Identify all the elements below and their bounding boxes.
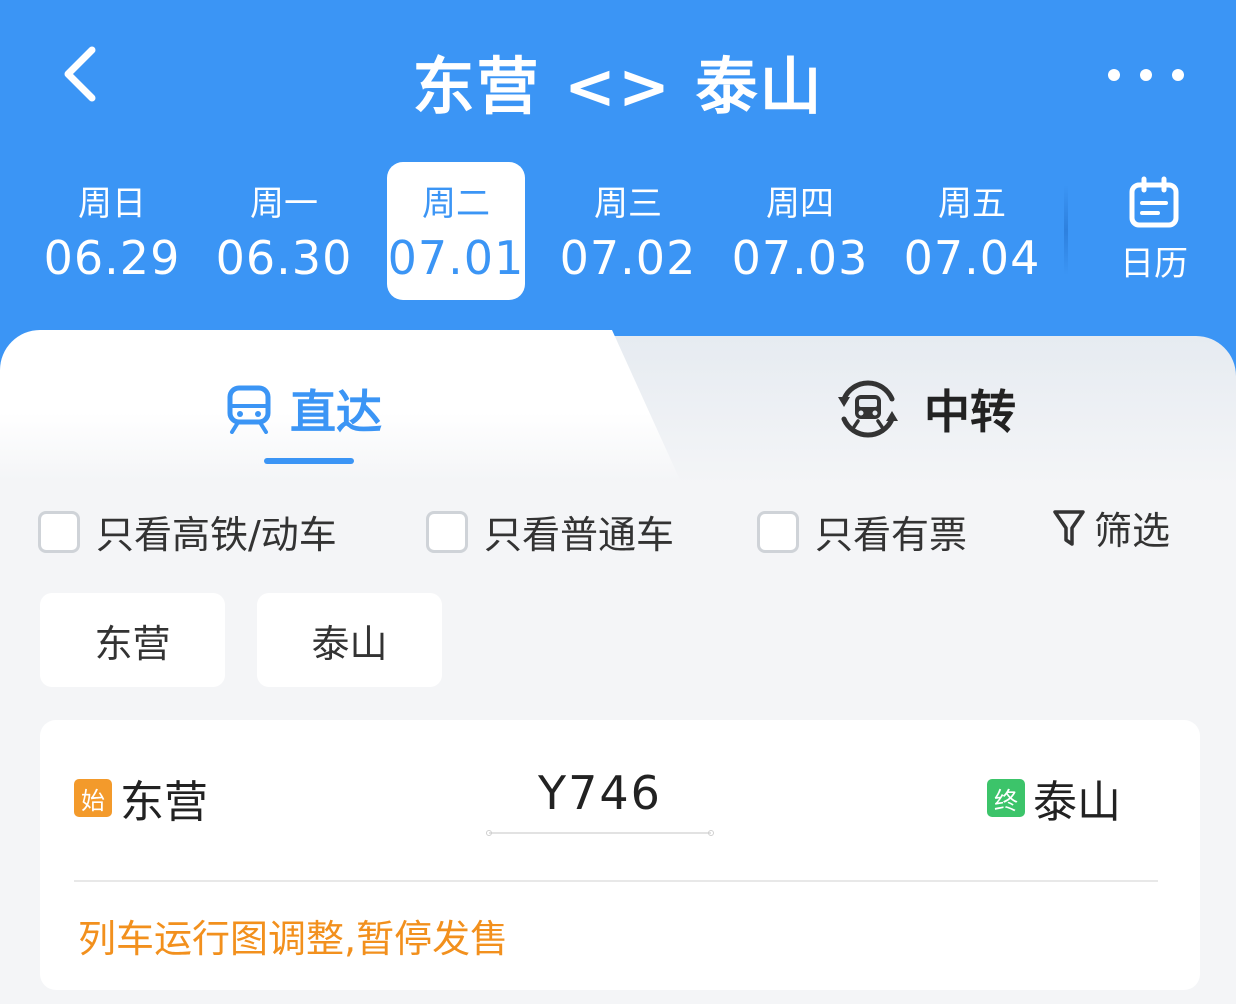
arrival-station-name: 泰山	[1033, 777, 1121, 828]
filter-normal-train-label: 只看普通车	[484, 513, 675, 557]
station-chip-from[interactable]: 东营	[40, 593, 225, 687]
departure-station-name: 东营	[120, 777, 208, 828]
tab-transfer[interactable]: 中转	[834, 376, 1016, 442]
normal-train-checkbox[interactable]	[426, 510, 468, 553]
date-divider	[1064, 185, 1068, 275]
high-speed-checkbox[interactable]	[38, 510, 80, 553]
available-checkbox[interactable]	[757, 510, 799, 553]
date-weekday: 周五	[938, 184, 1006, 224]
end-badge: 终	[987, 779, 1025, 817]
page-title: 东营 <> 泰山	[412, 50, 824, 123]
date-tab-fri[interactable]: 周五 07.04	[903, 162, 1041, 300]
date-tab-tue[interactable]: 周二 07.01	[387, 162, 525, 300]
date-tab-mon[interactable]: 周一 06.30	[215, 162, 353, 300]
filter-button[interactable]: 筛选	[1052, 500, 1170, 555]
filter-button-label: 筛选	[1094, 509, 1171, 553]
more-dot-icon	[1140, 69, 1152, 81]
date-value: 07.02	[559, 231, 697, 285]
date-tab-sun[interactable]: 周日 06.29	[43, 162, 181, 300]
start-badge: 始	[74, 779, 112, 817]
date-weekday: 周一	[250, 184, 318, 224]
calendar-icon	[1129, 176, 1179, 228]
filter-high-speed-label: 只看高铁/动车	[96, 513, 337, 557]
calendar-label: 日历	[1120, 244, 1188, 284]
transfer-train-icon	[838, 380, 898, 438]
train-route-line	[486, 830, 714, 836]
date-tab-thu[interactable]: 周四 07.03	[731, 162, 869, 300]
date-value: 07.01	[387, 231, 525, 285]
train-icon	[227, 385, 271, 434]
sale-notice: 列车运行图调整,暂停发售	[78, 917, 509, 961]
date-value: 06.30	[215, 231, 353, 285]
active-tab-indicator	[264, 458, 354, 464]
tab-direct[interactable]: 直达	[226, 376, 382, 442]
filter-available[interactable]: 只看有票	[757, 504, 967, 559]
station-chip-to[interactable]: 泰山	[257, 593, 442, 687]
more-button[interactable]	[1108, 60, 1184, 90]
card-divider	[74, 880, 1158, 882]
more-dot-icon	[1108, 69, 1120, 81]
date-weekday: 周四	[766, 184, 834, 224]
date-weekday: 周日	[78, 184, 146, 224]
departure-station: 始 东营	[74, 766, 208, 830]
tab-direct-label: 直达	[290, 385, 382, 439]
date-value: 07.03	[731, 231, 869, 285]
train-number: Y746	[538, 766, 662, 820]
filter-normal-train[interactable]: 只看普通车	[426, 504, 674, 559]
more-dot-icon	[1172, 69, 1184, 81]
filter-high-speed[interactable]: 只看高铁/动车	[38, 504, 337, 559]
calendar-button[interactable]: 日历	[1104, 172, 1204, 284]
arrival-station: 终 泰山	[987, 766, 1121, 830]
date-value: 06.29	[43, 231, 181, 285]
date-value: 07.04	[903, 231, 1041, 285]
tab-transfer-label: 中转	[924, 385, 1016, 439]
date-weekday: 周三	[594, 184, 662, 224]
filter-available-label: 只看有票	[815, 513, 968, 557]
funnel-icon	[1053, 509, 1085, 546]
date-tab-wed[interactable]: 周三 07.02	[559, 162, 697, 300]
date-weekday: 周二	[422, 184, 490, 224]
